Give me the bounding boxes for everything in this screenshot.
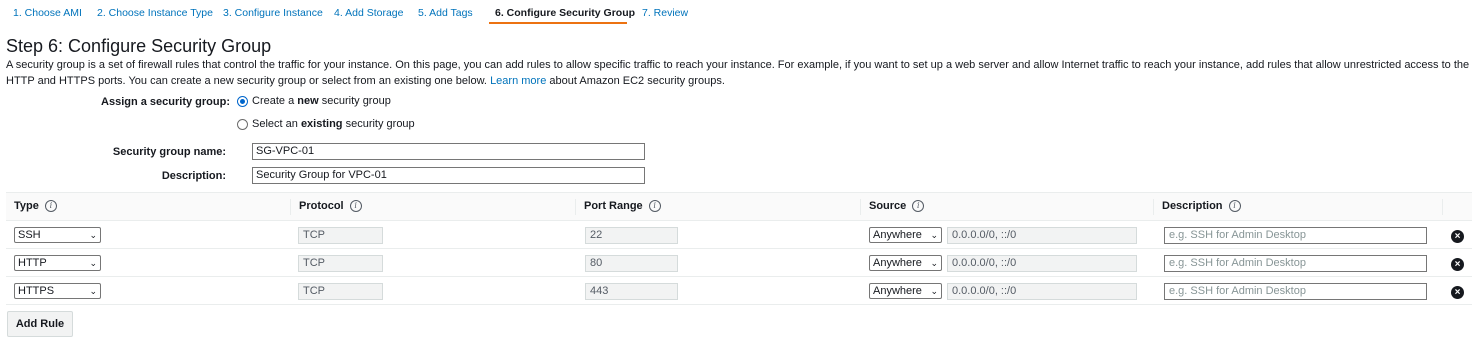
info-icon[interactable]: i bbox=[1228, 200, 1241, 212]
info-icon[interactable]: i bbox=[648, 200, 661, 212]
rule-description-input[interactable]: e.g. SSH for Admin Desktop bbox=[1164, 255, 1427, 272]
port-range-field[interactable]: 22 bbox=[585, 227, 678, 244]
step-configure-instance[interactable]: 3. Configure Instance bbox=[223, 7, 323, 25]
security-group-name-input[interactable]: SG-VPC-01 bbox=[252, 143, 645, 160]
chevron-down-icon: ⌄ bbox=[930, 286, 938, 296]
close-circle-icon[interactable]: × bbox=[1451, 230, 1464, 243]
step-review[interactable]: 7. Review bbox=[642, 7, 688, 25]
page-title: Step 6: Configure Security Group bbox=[6, 36, 272, 56]
source-select-value: Anywhere bbox=[873, 229, 922, 241]
column-divider bbox=[575, 199, 576, 215]
type-select[interactable]: SSH ⌄ bbox=[14, 227, 101, 243]
source-select-value: Anywhere bbox=[873, 257, 922, 269]
intro-body: A security group is a set of firewall ru… bbox=[6, 59, 1470, 87]
radio-create-new[interactable]: Create a new security group bbox=[237, 95, 391, 107]
radio-button-checked[interactable] bbox=[237, 95, 248, 107]
cidr-field[interactable]: 0.0.0.0/0, ::/0 bbox=[947, 227, 1137, 244]
table-row: HTTP ⌄ TCP 80 Anywhere ⌄ 0.0.0.0/0, ::/0 e… bbox=[6, 249, 1472, 277]
radio-button-unchecked[interactable] bbox=[237, 118, 248, 130]
type-select-value: HTTP bbox=[18, 257, 47, 269]
header-description: Description i bbox=[1162, 200, 1241, 212]
column-divider bbox=[1442, 199, 1443, 215]
header-protocol: Protocol i bbox=[299, 200, 362, 212]
radio-existing-text-post: security group bbox=[345, 118, 415, 130]
security-group-name-label: Security group name: bbox=[112, 146, 226, 158]
rules-table-header: Type i Protocol i Port Range i Source i … bbox=[6, 192, 1472, 221]
radio-new-text-bold: new bbox=[297, 95, 319, 107]
intro-text: A security group is a set of firewall ru… bbox=[6, 57, 1471, 89]
chevron-down-icon: ⌄ bbox=[89, 230, 97, 240]
radio-new-text-post: security group bbox=[321, 95, 391, 107]
header-source-label: Source bbox=[869, 200, 907, 212]
close-circle-icon[interactable]: × bbox=[1451, 258, 1464, 271]
header-port-range-label: Port Range bbox=[584, 200, 643, 212]
source-select[interactable]: Anywhere ⌄ bbox=[869, 255, 942, 271]
header-description-label: Description bbox=[1162, 200, 1223, 212]
table-row: HTTPS ⌄ TCP 443 Anywhere ⌄ 0.0.0.0/0, ::/0… bbox=[6, 277, 1472, 305]
chevron-down-icon: ⌄ bbox=[89, 258, 97, 268]
cidr-field[interactable]: 0.0.0.0/0, ::/0 bbox=[947, 255, 1137, 272]
source-select-value: Anywhere bbox=[873, 285, 922, 297]
add-rule-button[interactable]: Add Rule bbox=[7, 311, 73, 337]
chevron-down-icon: ⌄ bbox=[930, 230, 938, 240]
column-divider bbox=[290, 199, 291, 215]
header-source: Source i bbox=[869, 200, 925, 212]
info-icon[interactable]: i bbox=[349, 200, 362, 212]
type-select[interactable]: HTTPS ⌄ bbox=[14, 283, 101, 299]
rule-description-input[interactable]: e.g. SSH for Admin Desktop bbox=[1164, 283, 1427, 300]
description-label: Description: bbox=[161, 170, 226, 182]
port-range-field[interactable]: 80 bbox=[585, 255, 678, 272]
table-row: SSH ⌄ TCP 22 Anywhere ⌄ 0.0.0.0/0, ::/0 e.… bbox=[6, 221, 1472, 249]
protocol-field: TCP bbox=[298, 227, 383, 244]
protocol-field: TCP bbox=[298, 255, 383, 272]
radio-existing-text-bold: existing bbox=[300, 118, 343, 130]
protocol-field: TCP bbox=[298, 283, 383, 300]
assign-label: Assign a security group: bbox=[101, 96, 230, 108]
step-add-tags[interactable]: 5. Add Tags bbox=[418, 7, 473, 25]
radio-existing-text-pre: Select an bbox=[252, 118, 298, 130]
column-divider bbox=[1153, 199, 1154, 215]
info-icon[interactable]: i bbox=[44, 200, 57, 212]
description-input[interactable]: Security Group for VPC-01 bbox=[252, 167, 645, 184]
column-divider bbox=[860, 199, 861, 215]
type-select[interactable]: HTTP ⌄ bbox=[14, 255, 101, 271]
wizard-steps: 1. Choose AMI 2. Choose Instance Type 3.… bbox=[0, 0, 1480, 28]
radio-select-existing[interactable]: Select an existing security group bbox=[237, 118, 415, 130]
chevron-down-icon: ⌄ bbox=[89, 286, 97, 296]
intro-suffix: about Amazon EC2 security groups. bbox=[549, 75, 725, 87]
source-select[interactable]: Anywhere ⌄ bbox=[869, 283, 942, 299]
step-add-storage[interactable]: 4. Add Storage bbox=[334, 7, 403, 25]
port-range-field[interactable]: 443 bbox=[585, 283, 678, 300]
active-step-underline bbox=[489, 22, 627, 24]
source-select[interactable]: Anywhere ⌄ bbox=[869, 227, 942, 243]
learn-more-link[interactable]: Learn more bbox=[490, 75, 546, 87]
radio-new-text-pre: Create a bbox=[252, 95, 295, 107]
type-select-value: SSH bbox=[18, 229, 41, 241]
close-circle-icon[interactable]: × bbox=[1451, 286, 1464, 299]
header-port-range: Port Range i bbox=[584, 200, 661, 212]
cidr-field[interactable]: 0.0.0.0/0, ::/0 bbox=[947, 283, 1137, 300]
chevron-down-icon: ⌄ bbox=[930, 258, 938, 268]
header-type-label: Type bbox=[14, 200, 39, 212]
rule-description-input[interactable]: e.g. SSH for Admin Desktop bbox=[1164, 227, 1427, 244]
step-choose-ami[interactable]: 1. Choose AMI bbox=[13, 7, 82, 25]
type-select-value: HTTPS bbox=[18, 285, 55, 297]
info-icon[interactable]: i bbox=[912, 200, 925, 212]
header-type: Type i bbox=[14, 200, 57, 212]
header-protocol-label: Protocol bbox=[299, 200, 344, 212]
step-choose-instance-type[interactable]: 2. Choose Instance Type bbox=[97, 7, 213, 25]
